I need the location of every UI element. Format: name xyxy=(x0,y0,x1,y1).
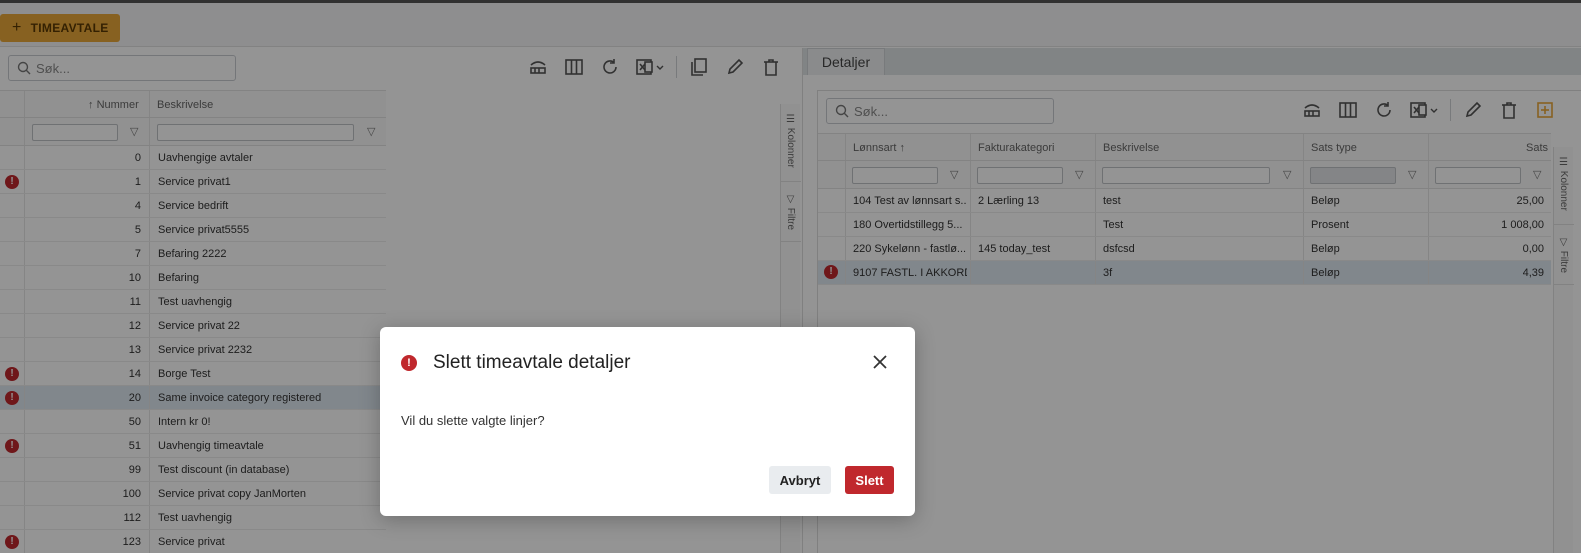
error-icon: ! xyxy=(401,355,417,371)
confirm-delete-button[interactable]: Slett xyxy=(845,466,894,494)
dialog-message: Vil du slette valgte linjer? xyxy=(401,413,545,428)
cancel-button[interactable]: Avbryt xyxy=(769,466,831,494)
delete-confirm-dialog: ! Slett timeavtale detaljer Vil du slett… xyxy=(380,327,915,516)
close-icon xyxy=(873,355,887,369)
dialog-title: Slett timeavtale detaljer xyxy=(433,352,631,373)
close-button[interactable] xyxy=(870,352,890,372)
